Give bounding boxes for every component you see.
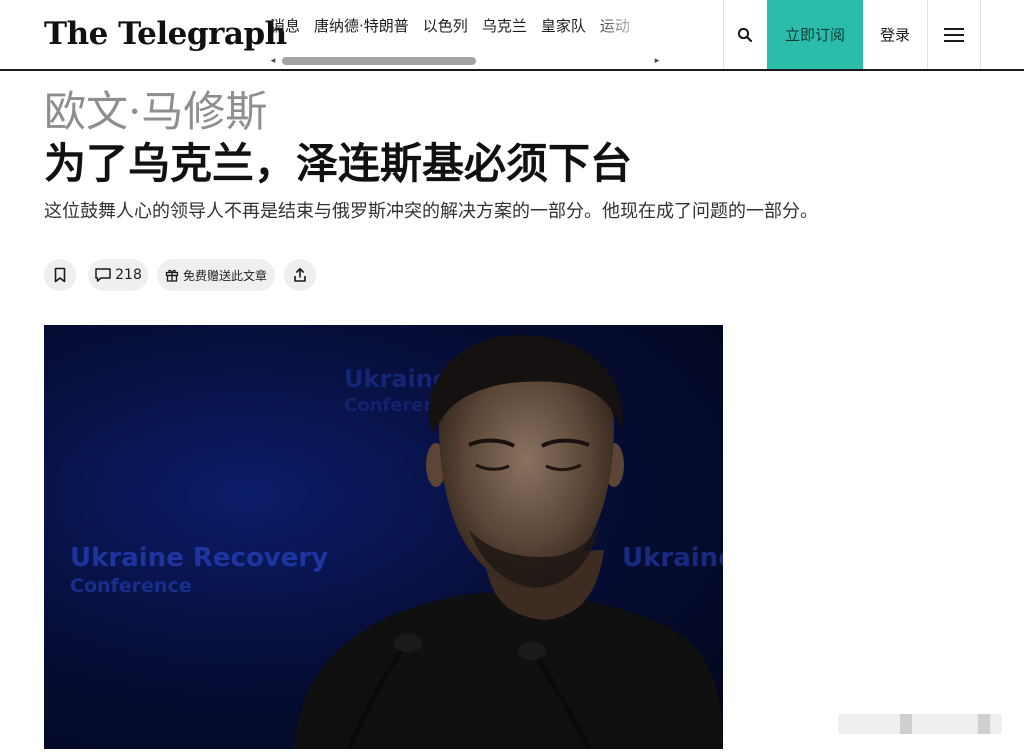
share-icon [294,268,306,282]
comment-icon [95,268,111,282]
header-divider [980,0,981,69]
share-button[interactable] [284,259,316,291]
nav-item-trump[interactable]: 唐纳德·特朗普 [314,16,409,36]
nav-item-ukraine[interactable]: 乌克兰 [482,16,527,36]
hero-image: Ukraine Conference Ukraine Recovery Conf… [44,325,723,749]
speaker-silhouette [294,334,723,749]
nav-scroll-left-icon[interactable]: ◂ [268,55,278,67]
nav-item-israel[interactable]: 以色列 [423,16,468,36]
author-name[interactable]: 欧文·马修斯 [44,86,267,138]
gift-article-button[interactable]: 免费赠送此文章 [157,259,275,291]
search-icon [737,27,753,42]
hamburger-menu-icon [944,27,964,42]
comments-button[interactable]: 218 [88,259,148,291]
nav-item-news[interactable]: 消息 [270,16,300,36]
comment-count: 218 [115,267,142,283]
nav-scrollbar[interactable] [282,57,476,65]
gift-icon [165,269,179,282]
site-logo[interactable]: The Telegraph [44,14,287,54]
bookmark-button[interactable] [44,259,76,291]
site-header: The Telegraph 消息唐纳德·特朗普以色列乌克兰皇家队运动 ◂ ▸ 立… [0,0,1024,71]
nav-item-royals[interactable]: 皇家队 [541,16,586,36]
article-headline: 为了乌克兰，泽连斯基必须下台 [44,139,633,188]
gift-article-label: 免费赠送此文章 [182,268,267,283]
nav-scroll-right-icon[interactable]: ▸ [652,55,662,67]
search-button[interactable] [724,0,766,69]
scroll-indicator-decoration [838,714,1002,734]
nav-items: 消息唐纳德·特朗普以色列乌克兰皇家队运动 [270,16,644,36]
menu-button[interactable] [928,0,980,69]
bookmark-icon [54,267,66,283]
nav-fade [590,10,660,44]
article-standfirst: 这位鼓舞人心的领导人不再是结束与俄罗斯冲突的解决方案的一部分。他现在成了问题的一… [44,201,818,222]
subscribe-button[interactable]: 立即订阅 [767,0,863,69]
login-button[interactable]: 登录 [863,0,927,69]
